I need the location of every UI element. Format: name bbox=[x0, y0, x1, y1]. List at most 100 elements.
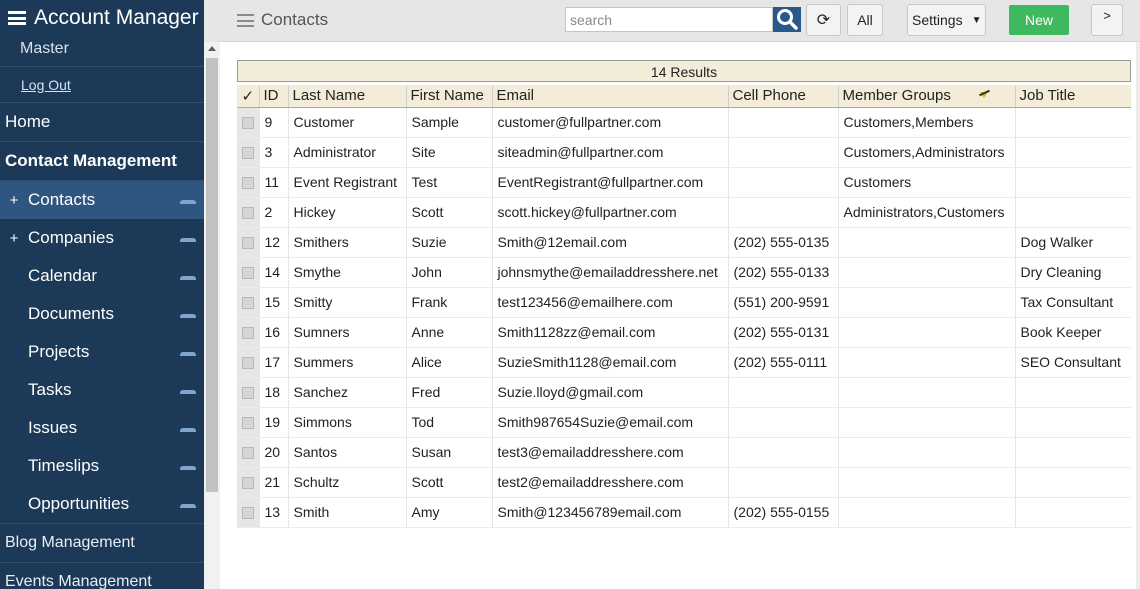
collapse-icon[interactable] bbox=[180, 390, 196, 394]
cell-cell-phone bbox=[727, 467, 838, 498]
search-button[interactable] bbox=[773, 7, 801, 32]
collapse-icon[interactable] bbox=[180, 200, 196, 204]
table-row[interactable]: 17 Summers Alice SuzieSmith1128@email.com (2… bbox=[237, 347, 1131, 378]
hamburger-menu-icon[interactable] bbox=[8, 11, 26, 25]
cell-id: 21 bbox=[258, 467, 288, 498]
cell-first-name: Amy bbox=[405, 497, 492, 528]
row-checkbox[interactable] bbox=[241, 267, 254, 280]
column-header-job-title[interactable]: Job Title bbox=[1014, 85, 1131, 108]
cell-member-groups: Administrators,Customers bbox=[837, 197, 1015, 228]
table-row[interactable]: 16 Sumners Anne Smith1128zz@email.com (202) … bbox=[237, 317, 1131, 348]
table-row[interactable]: 20 Santos Susan test3@emailaddresshere.com bbox=[237, 437, 1131, 468]
sidebar-item-contacts[interactable]: + Contacts bbox=[0, 181, 204, 219]
sidebar-scrollbar[interactable] bbox=[204, 42, 220, 589]
cell-id: 2 bbox=[258, 197, 288, 228]
scrollbar-thumb[interactable] bbox=[206, 58, 218, 492]
sidebar-item-documents[interactable]: Documents bbox=[0, 295, 204, 333]
row-checkbox[interactable] bbox=[241, 147, 254, 160]
table-row[interactable]: 12 Smithers Suzie Smith@12email.com (202) 55… bbox=[237, 227, 1131, 258]
settings-dropdown[interactable]: Settings ▼ bbox=[907, 4, 986, 36]
main-scrollbar[interactable] bbox=[1136, 42, 1140, 589]
table-row[interactable]: 15 Smitty Frank test123456@emailhere.com (55… bbox=[237, 287, 1131, 318]
row-checkbox[interactable] bbox=[241, 357, 254, 370]
cell-job-title bbox=[1014, 377, 1131, 408]
row-checkbox-cell bbox=[237, 377, 259, 408]
cell-job-title: Book Keeper bbox=[1014, 317, 1131, 348]
cell-last-name: Smithers bbox=[287, 227, 406, 258]
table-row[interactable]: 9 Customer Sample customer@fullpartner.com C… bbox=[237, 107, 1131, 138]
cell-job-title: Tax Consultant bbox=[1014, 287, 1131, 318]
row-checkbox[interactable] bbox=[241, 237, 254, 250]
row-checkbox[interactable] bbox=[241, 477, 254, 490]
row-checkbox[interactable] bbox=[241, 417, 254, 430]
collapse-icon[interactable] bbox=[180, 314, 196, 318]
cell-job-title bbox=[1014, 137, 1131, 168]
row-checkbox[interactable] bbox=[241, 327, 254, 340]
cell-member-groups bbox=[837, 227, 1015, 258]
column-header-first-name[interactable]: First Name bbox=[405, 85, 492, 108]
sidebar-item-opportunities[interactable]: Opportunities bbox=[0, 485, 204, 523]
row-checkbox[interactable] bbox=[241, 207, 254, 220]
collapse-icon[interactable] bbox=[180, 352, 196, 356]
row-checkbox[interactable] bbox=[241, 297, 254, 310]
row-checkbox[interactable] bbox=[241, 117, 254, 130]
sidebar-item-timeslips[interactable]: Timeslips bbox=[0, 447, 204, 485]
sidebar-item-calendar[interactable]: Calendar bbox=[0, 257, 204, 295]
column-header-member-groups[interactable]: Member Groups bbox=[837, 85, 1015, 108]
scroll-up-arrow-icon[interactable] bbox=[208, 46, 216, 51]
sort-icon[interactable] bbox=[978, 90, 991, 100]
cell-member-groups: Customers,Administrators bbox=[837, 137, 1015, 168]
search-input[interactable] bbox=[565, 7, 773, 32]
cell-last-name: Event Registrant bbox=[287, 167, 406, 198]
sidebar-item-companies[interactable]: + Companies bbox=[0, 219, 204, 257]
table-row[interactable]: 3 Administrator Site siteadmin@fullpartner.… bbox=[237, 137, 1131, 168]
table-row[interactable]: 14 Smythe John johnsmythe@emailaddresshere.… bbox=[237, 257, 1131, 288]
refresh-button[interactable]: ⟳ bbox=[806, 4, 841, 36]
cell-email: scott.hickey@fullpartner.com bbox=[491, 197, 728, 228]
row-checkbox[interactable] bbox=[241, 177, 254, 190]
cell-cell-phone: (202) 555-0135 bbox=[727, 227, 838, 258]
column-header-cell-phone[interactable]: Cell Phone bbox=[727, 85, 838, 108]
table-row[interactable]: 21 Schultz Scott test2@emailaddresshere.com bbox=[237, 467, 1131, 498]
table-row[interactable]: 18 Sanchez Fred Suzie.lloyd@gmail.com bbox=[237, 377, 1131, 408]
sidebar-item-label: Timeslips bbox=[28, 456, 100, 475]
row-checkbox[interactable] bbox=[241, 387, 254, 400]
cell-cell-phone: (202) 555-0133 bbox=[727, 257, 838, 288]
column-header-last-name[interactable]: Last Name bbox=[287, 85, 406, 108]
logout-link[interactable]: Log Out bbox=[0, 67, 204, 103]
app-title: Account Manager bbox=[34, 6, 199, 29]
table-row[interactable]: 2 Hickey Scott scott.hickey@fullpartner.com… bbox=[237, 197, 1131, 228]
column-header-email[interactable]: Email bbox=[491, 85, 728, 108]
new-button[interactable]: New bbox=[1009, 5, 1069, 35]
sidebar-item-blog-management[interactable]: Blog Management bbox=[0, 523, 204, 562]
expand-plus-icon[interactable]: + bbox=[0, 192, 28, 209]
sidebar-item-events-management[interactable]: Events Management bbox=[0, 562, 204, 589]
expand-plus-icon[interactable]: + bbox=[0, 230, 28, 247]
select-all-header[interactable]: ✓ bbox=[237, 85, 259, 108]
sidebar-item-issues[interactable]: Issues bbox=[0, 409, 204, 447]
row-checkbox-cell bbox=[237, 137, 259, 168]
table-row[interactable]: 19 Simmons Tod Smith987654Suzie@email.com bbox=[237, 407, 1131, 438]
cell-email: customer@fullpartner.com bbox=[491, 107, 728, 138]
collapse-icon[interactable] bbox=[180, 466, 196, 470]
cell-cell-phone bbox=[727, 167, 838, 198]
cell-member-groups bbox=[837, 287, 1015, 318]
sidebar-item-projects[interactable]: Projects bbox=[0, 333, 204, 371]
collapse-icon[interactable] bbox=[180, 428, 196, 432]
sidebar-section-contact-management[interactable]: Contact Management bbox=[0, 142, 204, 181]
row-checkbox[interactable] bbox=[241, 447, 254, 460]
table-row[interactable]: 13 Smith Amy Smith@123456789email.com (202) … bbox=[237, 497, 1131, 528]
next-button[interactable]: > bbox=[1091, 4, 1123, 36]
collapse-icon[interactable] bbox=[180, 276, 196, 280]
sidebar-item-home[interactable]: Home bbox=[0, 103, 204, 142]
all-button[interactable]: All bbox=[847, 4, 883, 36]
column-header-id[interactable]: ID bbox=[258, 85, 288, 108]
cell-email: test3@emailaddresshere.com bbox=[491, 437, 728, 468]
cell-id: 17 bbox=[258, 347, 288, 378]
collapse-icon[interactable] bbox=[180, 504, 196, 508]
row-checkbox[interactable] bbox=[241, 507, 254, 520]
list-menu-icon[interactable] bbox=[237, 14, 254, 27]
collapse-icon[interactable] bbox=[180, 238, 196, 242]
table-row[interactable]: 11 Event Registrant Test EventRegistrant@fu… bbox=[237, 167, 1131, 198]
sidebar-item-tasks[interactable]: Tasks bbox=[0, 371, 204, 409]
